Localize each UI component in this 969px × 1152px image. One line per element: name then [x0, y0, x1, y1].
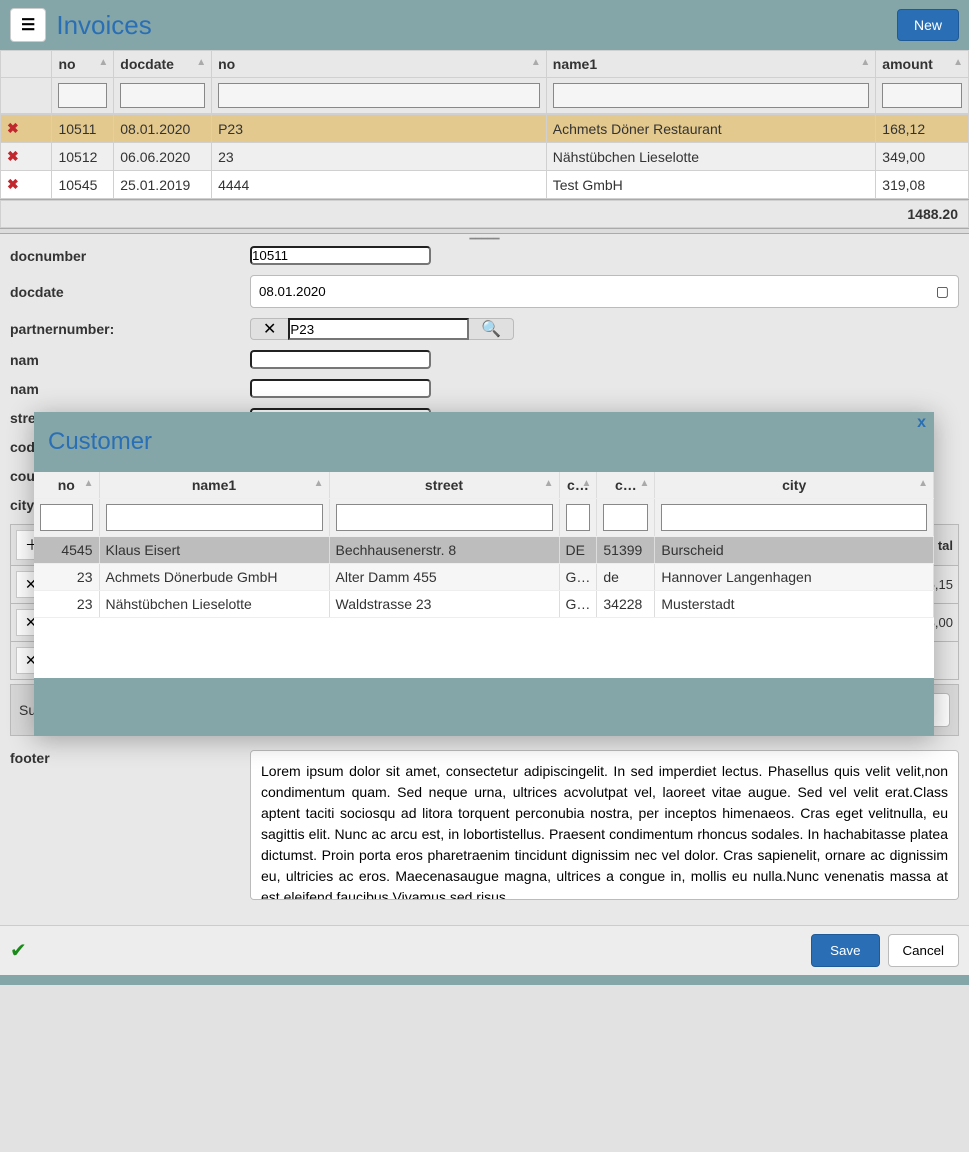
customer-lookup-modal: x Customer no▲ name1▲ street▲ c…▲ c…▲ ci…	[34, 412, 934, 736]
menu-button[interactable]: ☰	[10, 8, 46, 42]
table-row[interactable]: ✖ 10511 08.01.2020 P23 Achmets Döner Res…	[1, 115, 969, 143]
customer-grid: no▲ name1▲ street▲ c…▲ c…▲ city▲	[34, 472, 934, 618]
input-docdate[interactable]	[250, 275, 959, 308]
mcol-c2[interactable]: c…▲	[597, 472, 655, 499]
mfilter-no[interactable]	[40, 504, 93, 531]
search-partner-button[interactable]: 🔍	[469, 318, 514, 340]
check-icon: ✔	[10, 938, 27, 963]
invoice-grid-body: ✖ 10511 08.01.2020 P23 Achmets Döner Res…	[0, 114, 969, 199]
label-footer: footer	[10, 750, 250, 766]
filter-docdate[interactable]	[120, 83, 205, 108]
input-docnumber[interactable]	[250, 246, 431, 265]
filter-no[interactable]	[58, 83, 107, 108]
new-button[interactable]: New	[897, 9, 959, 41]
col-amount[interactable]: amount▲	[876, 51, 969, 78]
customer-row[interactable]: 23Nähstübchen LieselotteWaldstrasse 23G……	[34, 591, 934, 618]
col-name1[interactable]: name1▲	[546, 51, 876, 78]
textarea-footer[interactable]	[250, 750, 959, 900]
input-name2[interactable]	[250, 379, 431, 398]
mcol-no[interactable]: no▲	[34, 472, 99, 499]
col-no[interactable]: no▲	[52, 51, 114, 78]
grid-total: 1488.20	[1, 201, 969, 228]
mfilter-c1[interactable]	[566, 504, 591, 531]
modal-title: Customer	[48, 428, 920, 456]
mcol-city[interactable]: city▲	[655, 472, 934, 499]
mfilter-c2[interactable]	[603, 504, 648, 531]
mcol-name1[interactable]: name1▲	[99, 472, 329, 499]
col-partner-no[interactable]: no▲	[212, 51, 547, 78]
filter-amount[interactable]	[882, 83, 962, 108]
mfilter-street[interactable]	[336, 504, 553, 531]
delete-row-button[interactable]: ✖	[1, 115, 52, 143]
invoice-grid: no▲ docdate▲ no▲ name1▲ amount▲	[0, 50, 969, 114]
save-button[interactable]: Save	[811, 934, 879, 967]
label-docdate: docdate	[10, 284, 250, 300]
calendar-icon[interactable]: ▢	[936, 283, 949, 300]
table-row[interactable]: ✖ 10512 06.06.2020 23 Nähstübchen Liesel…	[1, 143, 969, 171]
page-title: Invoices	[56, 10, 897, 41]
mfilter-city[interactable]	[661, 504, 927, 531]
customer-row[interactable]: 23Achmets Dönerbude GmbHAlter Damm 455G……	[34, 564, 934, 591]
col-actions	[1, 51, 52, 78]
label-docnumber: docnumber	[10, 248, 250, 264]
filter-name1[interactable]	[553, 83, 870, 108]
mcol-street[interactable]: street▲	[329, 472, 559, 499]
label-partnernumber: partnernumber:	[10, 321, 250, 337]
input-partnernumber[interactable]	[288, 318, 469, 340]
clear-partner-button[interactable]: ✕	[250, 318, 288, 340]
cancel-button[interactable]: Cancel	[888, 934, 960, 967]
delete-row-button[interactable]: ✖	[1, 143, 52, 171]
table-row[interactable]: ✖ 10545 25.01.2019 4444 Test GmbH 319,08	[1, 171, 969, 199]
mcol-c1[interactable]: c…▲	[559, 472, 597, 499]
modal-close-button[interactable]: x	[917, 414, 926, 432]
mfilter-name[interactable]	[106, 504, 323, 531]
input-name1[interactable]	[250, 350, 431, 369]
delete-row-button[interactable]: ✖	[1, 171, 52, 199]
customer-row[interactable]: 4545Klaus EisertBechhausenerstr. 8DE5139…	[34, 537, 934, 564]
col-docdate[interactable]: docdate▲	[114, 51, 212, 78]
filter-partnerno[interactable]	[218, 83, 540, 108]
